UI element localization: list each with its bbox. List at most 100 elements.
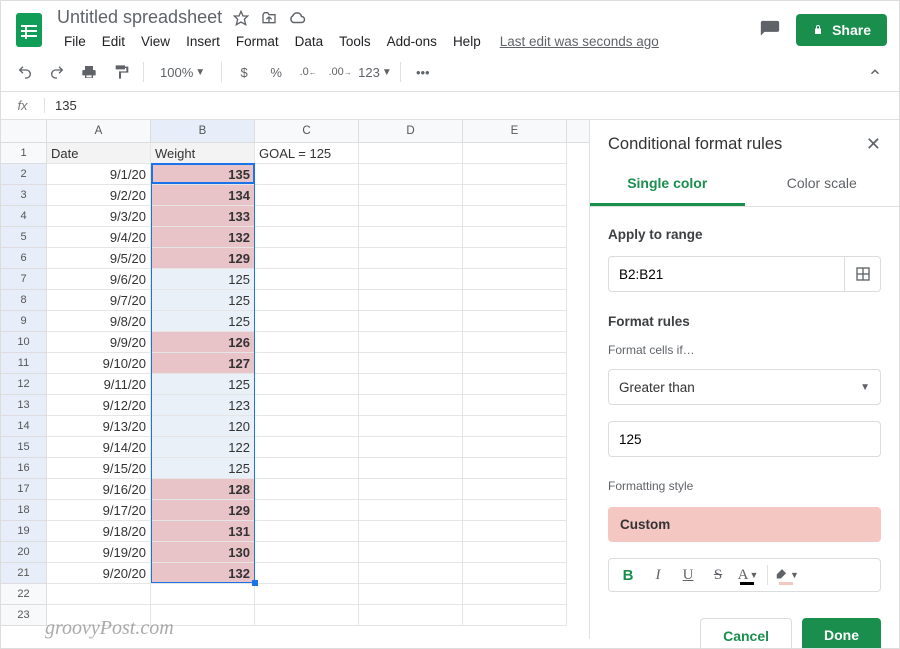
- menu-help[interactable]: Help: [446, 30, 488, 53]
- doc-title[interactable]: Untitled spreadsheet: [57, 7, 222, 28]
- cell[interactable]: [255, 584, 359, 605]
- decrease-decimal-button[interactable]: .0←: [294, 59, 322, 85]
- cell[interactable]: [255, 521, 359, 542]
- cell-date[interactable]: 9/7/20: [47, 290, 151, 311]
- menu-view[interactable]: View: [134, 30, 177, 53]
- row-header[interactable]: 3: [1, 185, 47, 206]
- column-header-D[interactable]: D: [359, 120, 463, 142]
- cell[interactable]: [359, 542, 463, 563]
- cell[interactable]: [463, 269, 567, 290]
- cell[interactable]: [463, 458, 567, 479]
- cell-weight[interactable]: 123: [151, 395, 255, 416]
- row-header[interactable]: 4: [1, 206, 47, 227]
- row-header[interactable]: 12: [1, 374, 47, 395]
- cell[interactable]: [463, 584, 567, 605]
- select-range-icon[interactable]: [844, 256, 880, 292]
- cloud-status-icon[interactable]: [288, 9, 306, 27]
- cell[interactable]: [255, 290, 359, 311]
- cell-weight[interactable]: 132: [151, 227, 255, 248]
- cell[interactable]: [255, 185, 359, 206]
- menu-format[interactable]: Format: [229, 30, 286, 53]
- tab-single-color[interactable]: Single color: [590, 163, 745, 206]
- cell-date[interactable]: 9/2/20: [47, 185, 151, 206]
- cell-date[interactable]: 9/8/20: [47, 311, 151, 332]
- cell-date[interactable]: 9/10/20: [47, 353, 151, 374]
- cell[interactable]: [463, 143, 567, 164]
- cell[interactable]: [255, 395, 359, 416]
- cell[interactable]: [359, 521, 463, 542]
- cell[interactable]: [255, 500, 359, 521]
- cell-weight[interactable]: 131: [151, 521, 255, 542]
- condition-select[interactable]: Greater than ▼: [608, 369, 881, 405]
- row-header[interactable]: 6: [1, 248, 47, 269]
- cell-weight[interactable]: 134: [151, 185, 255, 206]
- strikethrough-button[interactable]: S: [705, 563, 731, 587]
- row-header[interactable]: 18: [1, 500, 47, 521]
- cell[interactable]: [359, 269, 463, 290]
- cell[interactable]: [359, 290, 463, 311]
- cell[interactable]: [463, 605, 567, 626]
- cell-date[interactable]: 9/19/20: [47, 542, 151, 563]
- cell[interactable]: [463, 206, 567, 227]
- cell[interactable]: [463, 185, 567, 206]
- cell[interactable]: [359, 143, 463, 164]
- move-icon[interactable]: [260, 9, 278, 27]
- cell[interactable]: [463, 332, 567, 353]
- cell-weight[interactable]: 125: [151, 458, 255, 479]
- row-header[interactable]: 16: [1, 458, 47, 479]
- cell[interactable]: [359, 332, 463, 353]
- cell-date[interactable]: 9/12/20: [47, 395, 151, 416]
- cell[interactable]: [463, 164, 567, 185]
- sheets-logo[interactable]: [9, 10, 49, 50]
- cell[interactable]: [359, 605, 463, 626]
- column-header-C[interactable]: C: [255, 120, 359, 142]
- cell[interactable]: [463, 290, 567, 311]
- row-header[interactable]: 1: [1, 143, 47, 164]
- fx-label[interactable]: fx: [1, 98, 45, 113]
- cell[interactable]: [359, 353, 463, 374]
- cell-weight[interactable]: 129: [151, 248, 255, 269]
- cell[interactable]: [463, 374, 567, 395]
- zoom-select[interactable]: 100%▼: [152, 65, 213, 80]
- cell-date[interactable]: 9/13/20: [47, 416, 151, 437]
- bold-button[interactable]: B: [615, 563, 641, 587]
- row-header[interactable]: 14: [1, 416, 47, 437]
- cell[interactable]: [359, 227, 463, 248]
- row-header[interactable]: 20: [1, 542, 47, 563]
- cell[interactable]: [255, 206, 359, 227]
- cell[interactable]: [463, 311, 567, 332]
- cell-weight-header[interactable]: Weight: [151, 143, 255, 164]
- cell[interactable]: [359, 248, 463, 269]
- cell-date[interactable]: 9/15/20: [47, 458, 151, 479]
- cell[interactable]: [255, 269, 359, 290]
- row-header[interactable]: 15: [1, 437, 47, 458]
- cell-date[interactable]: 9/4/20: [47, 227, 151, 248]
- cell[interactable]: [255, 311, 359, 332]
- cell-date[interactable]: 9/11/20: [47, 374, 151, 395]
- cell[interactable]: [255, 374, 359, 395]
- cell-goal[interactable]: GOAL = 125: [255, 143, 359, 164]
- done-button[interactable]: Done: [802, 618, 881, 649]
- cell-date[interactable]: 9/14/20: [47, 437, 151, 458]
- cell-weight[interactable]: 133: [151, 206, 255, 227]
- cell[interactable]: [463, 353, 567, 374]
- cell[interactable]: [359, 584, 463, 605]
- cell[interactable]: [255, 479, 359, 500]
- increase-decimal-button[interactable]: .00→: [326, 59, 354, 85]
- cell-weight[interactable]: 120: [151, 416, 255, 437]
- percent-button[interactable]: %: [262, 59, 290, 85]
- star-icon[interactable]: [232, 9, 250, 27]
- cell-weight[interactable]: 125: [151, 269, 255, 290]
- cell[interactable]: [463, 500, 567, 521]
- cell[interactable]: [255, 542, 359, 563]
- cell-date[interactable]: 9/9/20: [47, 332, 151, 353]
- cell-weight[interactable]: 135: [151, 164, 255, 185]
- cell[interactable]: [463, 479, 567, 500]
- cell-date[interactable]: 9/5/20: [47, 248, 151, 269]
- menu-file[interactable]: File: [57, 30, 93, 53]
- cell[interactable]: [463, 563, 567, 584]
- cancel-button[interactable]: Cancel: [700, 618, 792, 649]
- row-header[interactable]: 19: [1, 521, 47, 542]
- cell-weight[interactable]: 125: [151, 290, 255, 311]
- paint-format-button[interactable]: [107, 59, 135, 85]
